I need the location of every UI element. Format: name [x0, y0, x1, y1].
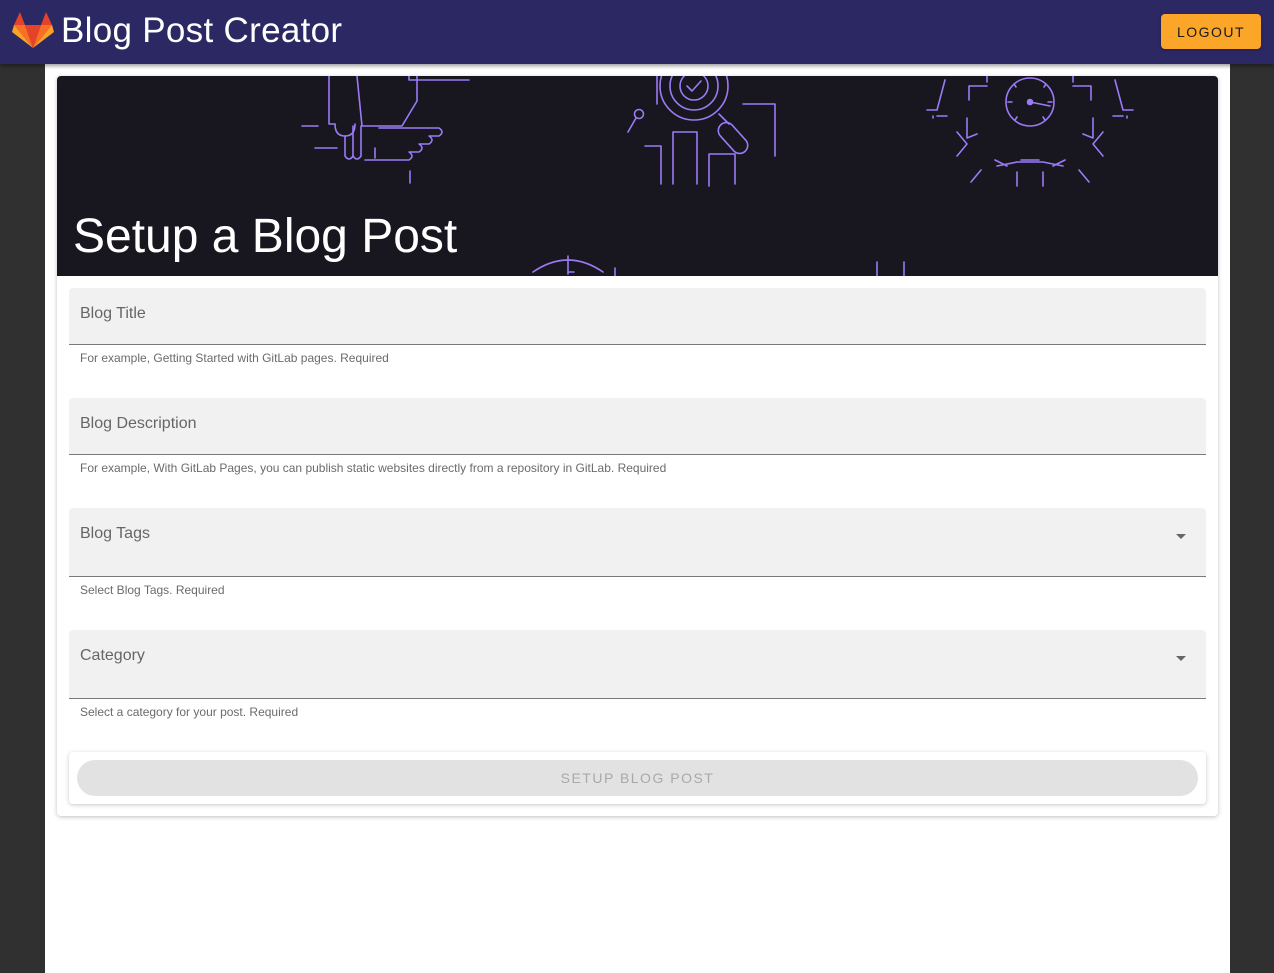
blog-title-input[interactable] — [69, 288, 1206, 344]
hero-title: Setup a Blog Post — [73, 210, 458, 263]
chevron-down-icon[interactable] — [1176, 534, 1186, 539]
main-content: Setup a Blog Post Blog Title For example… — [45, 64, 1230, 973]
handshake-illustration — [301, 76, 470, 184]
category-label: Category — [80, 647, 145, 664]
blog-description-field: Blog Description For example, With GitLa… — [69, 398, 1206, 475]
magnifier-illustration — [627, 76, 776, 187]
blog-title-input-box[interactable]: Blog Title — [69, 288, 1206, 345]
submit-container: SETUP BLOG POST — [69, 752, 1206, 804]
blog-tags-label: Blog Tags — [80, 525, 150, 542]
category-field: Category Select a category for your post… — [69, 630, 1206, 719]
setup-blog-post-button[interactable]: SETUP BLOG POST — [77, 760, 1198, 796]
blog-title-field: Blog Title For example, Getting Started … — [69, 288, 1206, 365]
blog-setup-card: Setup a Blog Post Blog Title For example… — [57, 76, 1218, 816]
blog-tags-field: Blog Tags Select Blog Tags. Required — [69, 508, 1206, 597]
gear-clock-illustration — [926, 76, 1134, 187]
category-select[interactable]: Category — [69, 630, 1206, 699]
blog-title-hint: For example, Getting Started with GitLab… — [80, 351, 389, 365]
logout-button[interactable]: LOGOUT — [1161, 14, 1261, 49]
gitlab-fox-icon — [12, 12, 54, 48]
blog-tags-hint: Select Blog Tags. Required — [80, 583, 225, 597]
blog-tags-select[interactable]: Blog Tags — [69, 508, 1206, 577]
blog-description-input-box[interactable]: Blog Description — [69, 398, 1206, 455]
blog-description-hint: For example, With GitLab Pages, you can … — [80, 461, 667, 475]
blog-description-input[interactable] — [69, 398, 1206, 454]
bottom-partial-illustration — [532, 255, 905, 276]
hero-banner: Setup a Blog Post — [57, 76, 1218, 276]
app-title: Blog Post Creator — [61, 11, 343, 50]
category-hint: Select a category for your post. Require… — [80, 705, 299, 719]
chevron-down-icon[interactable] — [1176, 656, 1186, 661]
app-bar: Blog Post Creator LOGOUT — [0, 0, 1274, 64]
